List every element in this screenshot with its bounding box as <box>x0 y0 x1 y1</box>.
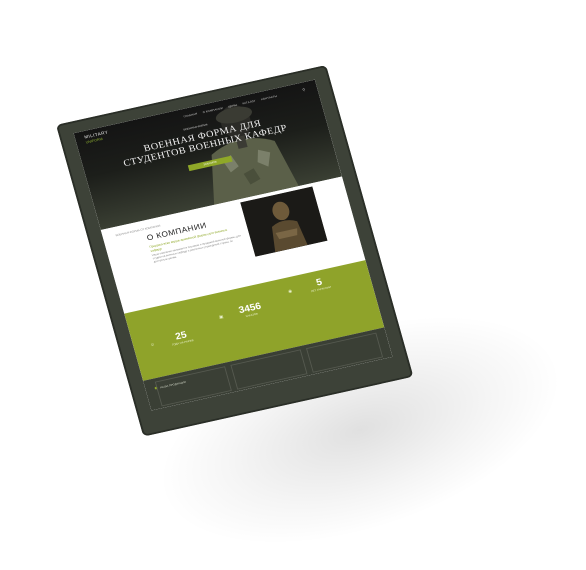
stat-orders: ▣ 3456 ЗАКАЗОВ <box>217 296 284 323</box>
stat-warranty: ◉ 5 ЛЕТ ГАРАНТИИ <box>286 271 353 298</box>
box-icon: ▣ <box>218 314 225 321</box>
mockup-stage: MILITARY UNIFORM ГЛАВНАЯ О КОМПАНИИ ЦЕНЫ… <box>0 0 586 570</box>
site-logo[interactable]: MILITARY UNIFORM <box>84 128 123 146</box>
menu-item-catalog[interactable]: КАТАЛОГ <box>242 99 256 105</box>
about-photo <box>240 186 328 257</box>
person-icon: ☺ <box>149 341 156 348</box>
search-icon[interactable]: ⚲ <box>302 87 306 92</box>
menu-item-prices[interactable]: ЦЕНЫ <box>228 103 238 108</box>
menu-item-about[interactable]: О КОМПАНИИ <box>202 106 223 114</box>
menu-item-contacts[interactable]: КОНТАКТЫ <box>261 94 278 101</box>
tablet-device: MILITARY UNIFORM ГЛАВНАЯ О КОМПАНИИ ЦЕНЫ… <box>56 65 414 437</box>
stat-years: ☺ 25 ГОДА НА РЫНКЕ <box>148 324 215 351</box>
menu-item-home[interactable]: ГЛАВНАЯ <box>183 112 198 118</box>
